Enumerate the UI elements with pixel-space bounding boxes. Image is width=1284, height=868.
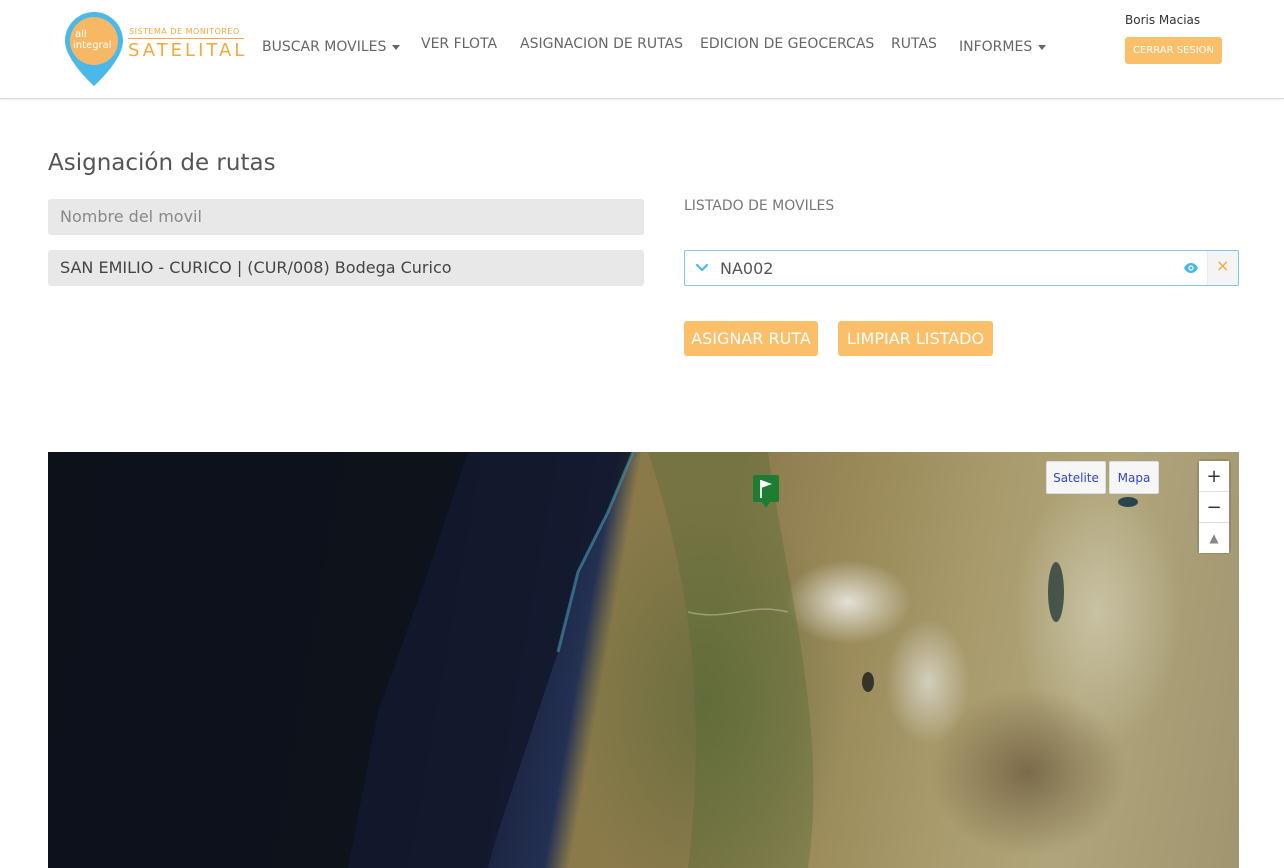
mobile-name: NA002 xyxy=(720,259,774,278)
caret-down-icon xyxy=(392,44,401,50)
movil-name-input[interactable]: Nombre del movil xyxy=(48,199,644,235)
logo-divider xyxy=(128,38,244,39)
nav-asignacion-rutas[interactable]: ASIGNACION DE RUTAS xyxy=(520,36,683,52)
logo-wordmark: SATELITAL xyxy=(128,40,248,61)
map-type-satellite-button[interactable]: Satelite xyxy=(1046,461,1106,494)
mobile-list-item[interactable]: NA002 × xyxy=(684,250,1239,286)
top-navbar: all integral SISTEMA DE MONITOREO SATELI… xyxy=(0,0,1284,99)
nav-ver-flota-label: VER FLOTA xyxy=(421,36,498,52)
coastline-overlay xyxy=(48,452,1138,868)
nav-ver-flota[interactable]: VER FLOTA xyxy=(421,36,497,52)
route-select[interactable]: SAN EMILIO - CURICO | (CUR/008) Bodega C… xyxy=(48,250,644,286)
nav-buscar-moviles[interactable]: BUSCAR MOVILES xyxy=(262,39,401,55)
map-view[interactable]: Satelite Mapa + − ▲ xyxy=(48,452,1239,868)
brand-logo[interactable]: all integral SISTEMA DE MONITOREO SATELI… xyxy=(62,10,248,90)
map-type-map-button[interactable]: Mapa xyxy=(1109,461,1159,494)
location-pin-icon: all integral xyxy=(65,12,123,86)
nav-informes-label: INFORMES xyxy=(959,39,1033,55)
user-name: Boris Macias xyxy=(1125,13,1201,27)
nav-rutas[interactable]: RUTAS xyxy=(891,36,937,52)
assign-route-button[interactable]: ASIGNAR RUTA xyxy=(684,321,818,356)
page-title: Asignación de rutas xyxy=(48,150,276,176)
caret-down-icon xyxy=(1038,44,1047,50)
logo-tagline: SISTEMA DE MONITOREO xyxy=(129,27,240,36)
zoom-out-button[interactable]: − xyxy=(1199,492,1229,522)
nav-buscar-moviles-label: BUSCAR MOVILES xyxy=(262,39,387,55)
nav-edicion-geocercas[interactable]: EDICION DE GEOCERCAS xyxy=(700,36,874,52)
zoom-in-button[interactable]: + xyxy=(1199,461,1229,491)
remove-mobile-button[interactable]: × xyxy=(1207,251,1238,285)
compass-icon[interactable]: ▲ xyxy=(1199,523,1229,553)
chevron-down-icon[interactable] xyxy=(695,261,709,275)
close-icon: × xyxy=(1216,256,1230,275)
clear-list-button[interactable]: LIMPIAR LISTADO xyxy=(838,321,993,356)
logo-pin-line2: integral xyxy=(73,40,112,51)
eye-icon[interactable] xyxy=(1183,260,1199,276)
nav-asignacion-rutas-label: ASIGNACION DE RUTAS xyxy=(520,36,684,52)
flag-marker-icon[interactable] xyxy=(751,474,781,510)
nav-rutas-label: RUTAS xyxy=(891,36,937,52)
mobile-list-label: LISTADO DE MOVILES xyxy=(684,198,835,214)
nav-informes[interactable]: INFORMES xyxy=(959,39,1047,55)
zoom-control: + − ▲ xyxy=(1199,461,1229,553)
logout-button[interactable]: CERRAR SESION xyxy=(1125,37,1222,64)
nav-edicion-geocercas-label: EDICION DE GEOCERCAS xyxy=(700,36,875,52)
logo-pin-line1: all xyxy=(75,29,87,40)
